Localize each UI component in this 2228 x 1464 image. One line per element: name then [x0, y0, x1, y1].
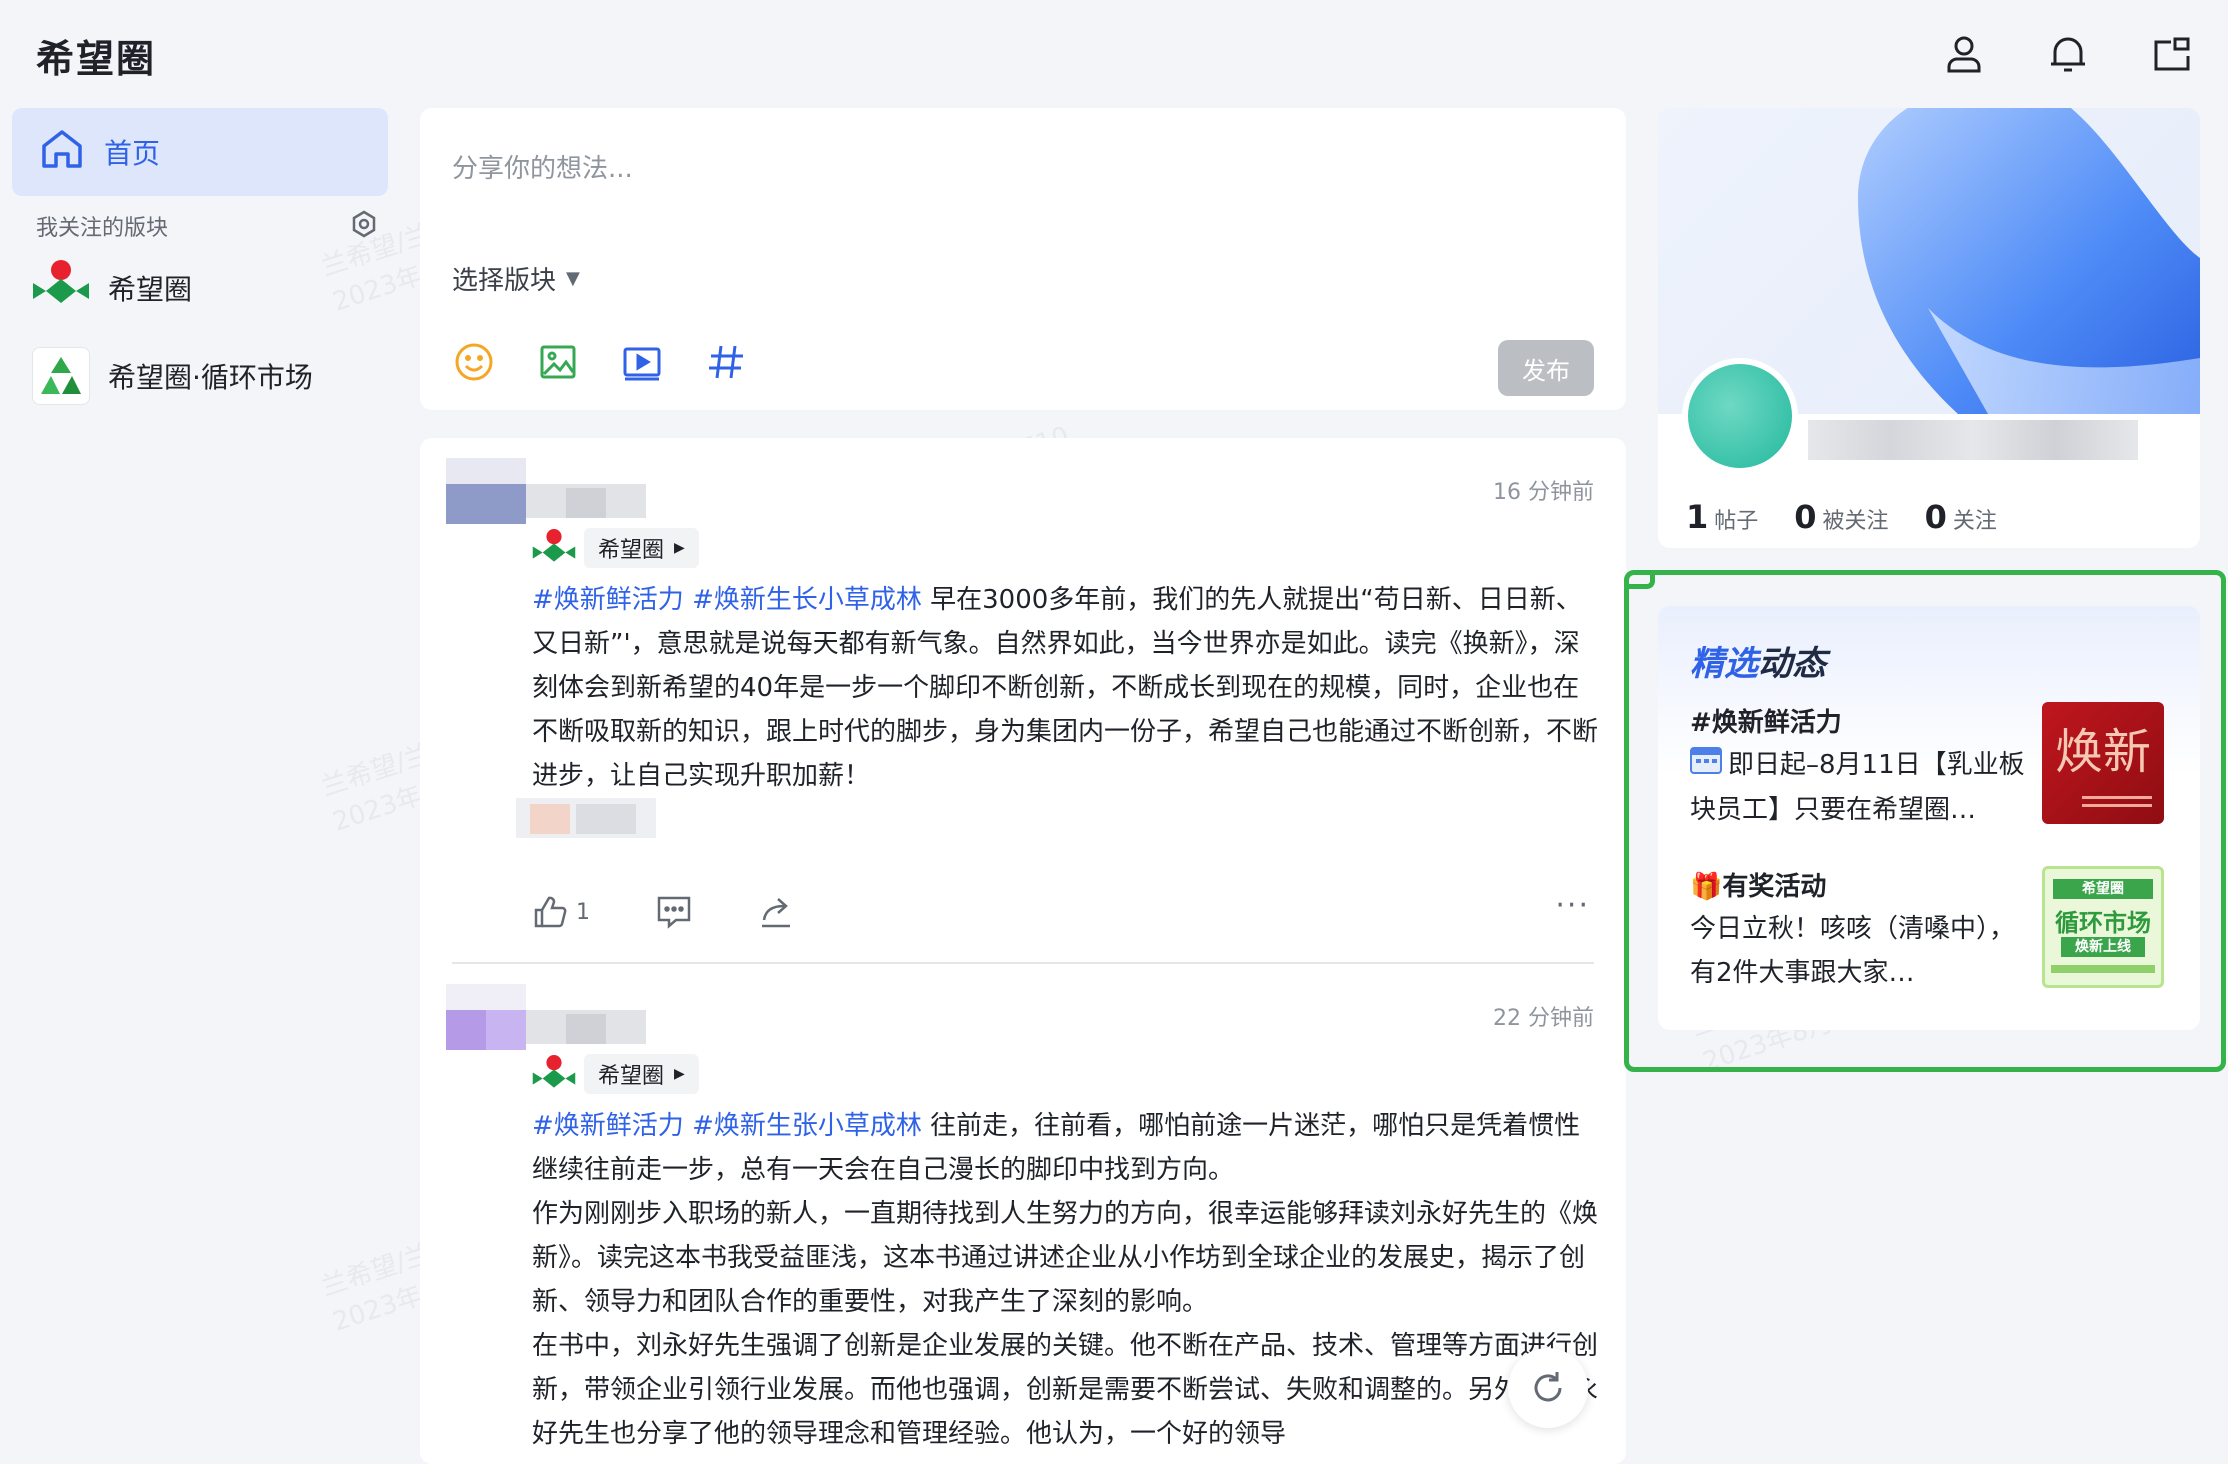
post-actions: 1: [532, 894, 794, 930]
stat-posts[interactable]: 1 帖子: [1686, 498, 1758, 536]
recycle-logo-icon: [32, 347, 90, 405]
post-paragraph: 往前走，往前看，哪怕前途一片迷茫，哪怕只是凭着惯性继续往前走一步，总有一天会在自…: [532, 1111, 1581, 1185]
xiwangquan-logo-icon: [532, 1055, 576, 1088]
post-paragraph: 作为刚刚步入职场的新人，一直期待找到人生努力的方向，很幸运能够拜读刘永好先生的《…: [532, 1199, 1599, 1317]
composer-toolbar: [452, 340, 748, 384]
xiwangquan-logo-icon: [532, 529, 576, 562]
followed-boards-label: 我关注的版块: [36, 216, 169, 241]
post-board-label: 希望圈: [598, 538, 665, 563]
post-paragraph: 在书中，刘永好先生强调了创新是企业发展的关键。他不断在产品、技术、管理等方面进行…: [532, 1331, 1599, 1449]
post-time: 22 分钟前: [1493, 1006, 1594, 1031]
featured-title: 精选动态: [1690, 644, 1826, 684]
caret-right-icon: ▶: [674, 1066, 685, 1082]
more-options-icon[interactable]: ···: [1555, 888, 1590, 923]
post-card: 16 分钟前 希望圈 ▶ #焕新鲜活力 #焕新生长小草成林 早在3000多年前，我…: [420, 438, 1626, 964]
featured-item[interactable]: 🎁有奖活动 今日立秋！咳咳（清嗓中），有2件大事跟大家… 希望圈 循环市场 焕新…: [1690, 866, 2164, 996]
topic-link[interactable]: #焕新生张小草成林: [692, 1111, 922, 1141]
board-label: 希望圈: [108, 273, 193, 306]
featured-item-desc: 即日起–8月11日【乳业板块员工】只要在希望圈…: [1690, 743, 2030, 832]
blurred-image: [516, 798, 656, 838]
stat-following[interactable]: 0 关注: [1925, 498, 1997, 536]
topic-link[interactable]: #焕新鲜活力: [532, 1111, 684, 1141]
nav-home[interactable]: 首页: [12, 108, 388, 196]
board-select-dropdown[interactable]: 选择版块 ▼: [452, 260, 580, 297]
nav-home-label: 首页: [104, 137, 161, 170]
post-feed: 16 分钟前 希望圈 ▶ #焕新鲜活力 #焕新生长小草成林 早在3000多年前，我…: [420, 438, 1626, 1464]
profile-stats: 1 帖子 0 被关注 0 关注: [1686, 498, 1997, 536]
profile-card: 1 帖子 0 被关注 0 关注: [1658, 108, 2200, 548]
caret-right-icon: ▶: [674, 540, 685, 556]
share-button[interactable]: [758, 894, 794, 930]
stat-followers[interactable]: 0 被关注: [1794, 498, 1888, 536]
share-icon: [762, 898, 790, 928]
gift-icon: 🎁: [1690, 872, 1723, 902]
user-icon[interactable]: [1940, 30, 1988, 78]
composer-input[interactable]: 分享你的想法...: [452, 148, 633, 185]
post-board-tag[interactable]: 希望圈 ▶: [532, 528, 713, 568]
featured-item[interactable]: #焕新鲜活力 即日起–8月11日【乳业板块员工】只要在希望圈… 焕新: [1690, 702, 2164, 832]
emoji-icon[interactable]: [452, 340, 496, 384]
topic-link[interactable]: #焕新生长小草成林: [692, 585, 922, 615]
post-composer: 分享你的想法... 选择版块 ▼ 发布: [420, 108, 1626, 410]
featured-activity-card: 精选动态 #焕新鲜活力 即日起–8月11日【乳业板块员工】只要在希望圈… 焕新 …: [1658, 606, 2200, 1030]
sidebar-item-xiwangquan[interactable]: 希望圈: [32, 256, 392, 320]
profile-name-blurred: [1808, 420, 2138, 460]
xiwangquan-logo-icon: [32, 259, 90, 318]
thumbs-up-icon: [534, 896, 567, 928]
post-content: #焕新鲜活力 #焕新生长小草成林 早在3000多年前，我们的先人就提出“苟日新、…: [532, 578, 1598, 798]
comment-button[interactable]: [656, 894, 692, 930]
publish-button[interactable]: 发布: [1498, 340, 1594, 396]
home-icon: [40, 128, 84, 177]
gear-icon[interactable]: [350, 210, 378, 238]
calendar-icon: [1690, 744, 1722, 788]
featured-item-desc: 今日立秋！咳咳（清嗓中），有2件大事跟大家…: [1690, 914, 2016, 988]
featured-thumb: 希望圈 循环市场 焕新上线: [2042, 866, 2164, 988]
post-text: 早在3000多年前，我们的先人就提出“苟日新、日日新、又日新”'，意思就是说每天…: [532, 585, 1599, 791]
board-select-label: 选择版块: [452, 266, 557, 296]
like-count: 1: [576, 899, 590, 925]
topic-link[interactable]: #焕新鲜活力: [532, 585, 684, 615]
post-content: #焕新鲜活力 #焕新生张小草成林 往前走，往前看，哪怕前途一片迷茫，哪怕只是凭着…: [532, 1104, 1598, 1456]
post-board-tag[interactable]: 希望圈 ▶: [532, 1054, 713, 1094]
post-time: 16 分钟前: [1493, 480, 1594, 505]
like-button[interactable]: 1: [532, 894, 590, 930]
featured-thumb: 焕新: [2042, 702, 2164, 824]
hashtag-icon[interactable]: [704, 340, 748, 384]
post-card: 22 分钟前 希望圈 ▶ #焕新鲜活力 #焕新生张小草成林 往前走，往前看，哪怕前…: [420, 964, 1626, 1464]
bell-icon[interactable]: [2044, 30, 2092, 78]
refresh-icon: [1534, 1372, 1562, 1402]
app-title: 希望圈: [36, 37, 157, 81]
video-icon[interactable]: [620, 340, 664, 384]
refresh-button[interactable]: [1508, 1348, 1588, 1428]
comment-icon: [657, 896, 691, 929]
sidebar-item-recycle-market[interactable]: 希望圈·循环市场: [32, 344, 392, 408]
caret-down-icon: ▼: [566, 268, 580, 289]
profile-avatar[interactable]: [1682, 358, 1798, 474]
image-icon[interactable]: [536, 340, 580, 384]
board-label: 希望圈·循环市场: [108, 361, 313, 394]
post-board-label: 希望圈: [598, 1064, 665, 1089]
window-icon[interactable]: [2148, 30, 2196, 78]
